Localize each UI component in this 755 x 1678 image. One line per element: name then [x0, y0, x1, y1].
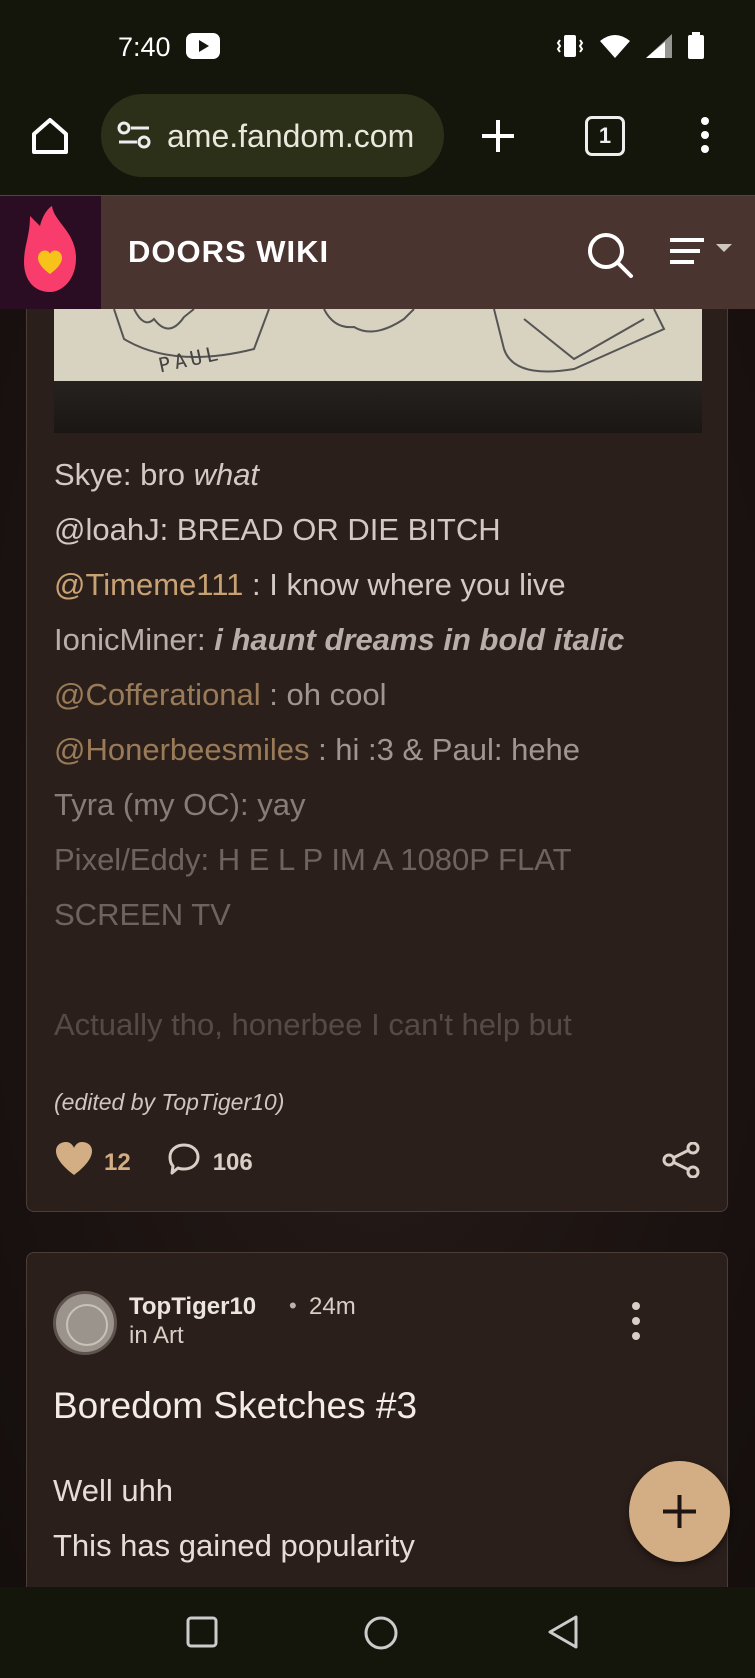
avatar-image: [66, 1304, 108, 1346]
tab-switcher-button[interactable]: 1: [585, 116, 625, 156]
post-line: Tyra (my OC): yay: [54, 787, 306, 822]
comment-icon[interactable]: [167, 1142, 201, 1183]
post-line: Actually tho, honerbee I can't help but: [54, 1007, 572, 1042]
line-text: : hi :3 & Paul: hehe: [309, 732, 581, 767]
url-text: ame.fandom.com: [167, 118, 415, 154]
avatar[interactable]: [53, 1291, 117, 1355]
post-options-icon[interactable]: [631, 1301, 641, 1346]
fandom-logo[interactable]: [0, 196, 101, 310]
post-image[interactable]: PAUL: [54, 309, 702, 433]
post-card-body[interactable]: PAUL Skye: bro what @loahJ: BREAD OR DIE…: [26, 309, 728, 1212]
post-card[interactable]: TopTiger10 • 24m in Art Boredom Sketches…: [26, 1252, 728, 1587]
address-bar[interactable]: ame.fandom.com: [101, 94, 444, 177]
status-bar: 7:40: [0, 0, 755, 92]
heart-icon[interactable]: [54, 1141, 94, 1184]
system-nav-bar: [0, 1587, 755, 1678]
site-settings-icon[interactable]: [117, 120, 153, 155]
wiki-title[interactable]: DOORS WIKI: [128, 234, 329, 270]
vibrate-icon: [555, 32, 585, 65]
line-text: IonicMiner:: [54, 622, 215, 657]
post-line: IonicMiner: i haunt dreams in bold itali…: [54, 612, 704, 667]
battery-icon: [687, 32, 705, 65]
post-category[interactable]: in Art: [129, 1322, 184, 1350]
create-post-button[interactable]: [629, 1461, 730, 1562]
new-tab-icon[interactable]: [478, 116, 518, 161]
home-icon[interactable]: [28, 114, 72, 163]
share-icon[interactable]: [661, 1141, 701, 1183]
wiki-menu-icon[interactable]: [668, 236, 736, 275]
post-body-line: This has gained popularity: [53, 1528, 415, 1563]
meta-separator: •: [289, 1293, 297, 1318]
user-mention-link[interactable]: @Cofferational: [54, 677, 261, 712]
line-text: Skye: bro: [54, 457, 194, 492]
user-mention-link[interactable]: @Timeme111: [54, 567, 243, 602]
post-title[interactable]: Boredom Sketches #3: [53, 1385, 417, 1427]
recents-icon[interactable]: [185, 1615, 219, 1654]
post-reactions: 12 106: [54, 1141, 253, 1184]
back-icon[interactable]: [546, 1614, 580, 1655]
post-body-line: Well uhh: [53, 1473, 174, 1508]
wifi-icon: [599, 33, 631, 64]
user-mention-link[interactable]: @Honerbeesmiles: [54, 732, 309, 767]
wiki-header: DOORS WIKI: [0, 195, 755, 310]
post-line: Skye: bro what: [54, 447, 704, 502]
browser-toolbar: ame.fandom.com 1: [0, 92, 755, 195]
post-line: @loahJ: BREAD OR DIE BITCH: [54, 512, 501, 547]
like-count: 12: [104, 1148, 131, 1176]
home-nav-icon[interactable]: [363, 1615, 399, 1656]
search-icon[interactable]: [585, 230, 635, 285]
post-line: Pixel/Eddy: H E L P IM A 1080P FLAT: [54, 842, 572, 877]
discussion-feed[interactable]: PAUL Skye: bro what @loahJ: BREAD OR DIE…: [0, 309, 755, 1587]
post-line: @Honerbeesmiles : hi :3 & Paul: hehe: [54, 722, 704, 777]
line-text: : oh cool: [260, 677, 387, 712]
edited-note: (edited by TopTiger10): [54, 1089, 285, 1115]
line-text: : I know where you live: [243, 567, 566, 602]
post-text: Skye: bro what @loahJ: BREAD OR DIE BITC…: [54, 447, 704, 1052]
post-line: @Timeme111 : I know where you live: [54, 557, 704, 612]
post-line: [54, 942, 704, 997]
plus-icon: [663, 1495, 696, 1528]
author-name[interactable]: TopTiger10: [129, 1293, 256, 1321]
post-line: SCREEN TV: [54, 897, 231, 932]
line-italic: what: [193, 457, 260, 492]
more-options-icon[interactable]: [700, 116, 710, 159]
line-bold-italic: i haunt dreams in bold italic: [214, 622, 625, 657]
post-line: @Cofferational : oh cool: [54, 667, 704, 722]
signal-icon: [645, 33, 673, 64]
post-time: 24m: [309, 1293, 356, 1320]
status-time: 7:40: [118, 32, 171, 62]
image-shadow: [54, 381, 702, 433]
youtube-icon: [186, 33, 220, 64]
comment-count: 106: [212, 1148, 253, 1176]
